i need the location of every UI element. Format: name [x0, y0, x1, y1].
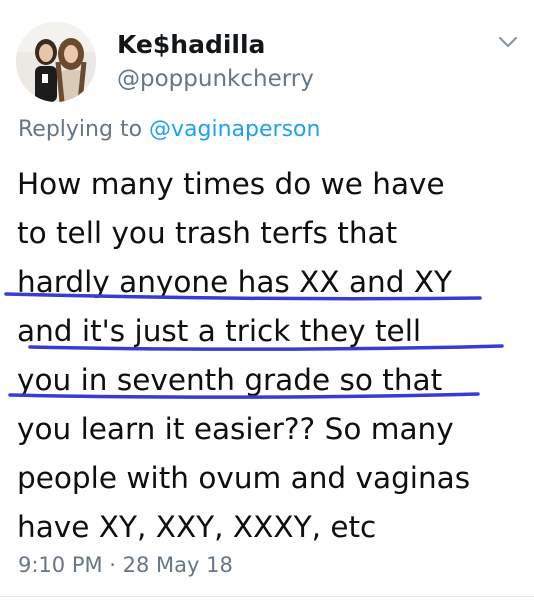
chevron-down-icon[interactable] — [497, 33, 519, 51]
divider — [0, 596, 534, 597]
tweet-card: Ke$hadilla @poppunkcherry Replying to @v… — [0, 0, 534, 600]
display-name[interactable]: Ke$hadilla — [117, 30, 265, 59]
reply-mention-link[interactable]: @vaginaperson — [149, 117, 320, 142]
tweet-text-line: you in seventh grade so that — [17, 363, 443, 397]
tweet-timestamp[interactable]: 9:10 PM · 28 May 18 — [18, 553, 233, 577]
tweet-text-line: How many times do we have — [17, 167, 445, 201]
tweet-text: How many times do we have to tell you tr… — [17, 160, 522, 552]
replying-to-label: Replying to — [18, 117, 150, 142]
tweet-text-line: to tell you trash terfs that — [17, 216, 398, 250]
profile-photo-icon — [16, 22, 96, 102]
tweet-text-line: people with ovum and vaginas — [17, 461, 471, 495]
tweet-text-line: and it's just a trick they tell — [17, 314, 422, 348]
user-handle[interactable]: @poppunkcherry — [117, 66, 314, 92]
tweet-text-line: hardly anyone has XX and XY — [17, 265, 453, 299]
replying-to: Replying to @vaginaperson — [18, 117, 320, 142]
avatar[interactable] — [16, 22, 96, 102]
tweet-text-line: have XY, XXY, XXXY, etc — [17, 510, 377, 544]
tweet-text-line: you learn it easier?? So many — [17, 412, 454, 446]
